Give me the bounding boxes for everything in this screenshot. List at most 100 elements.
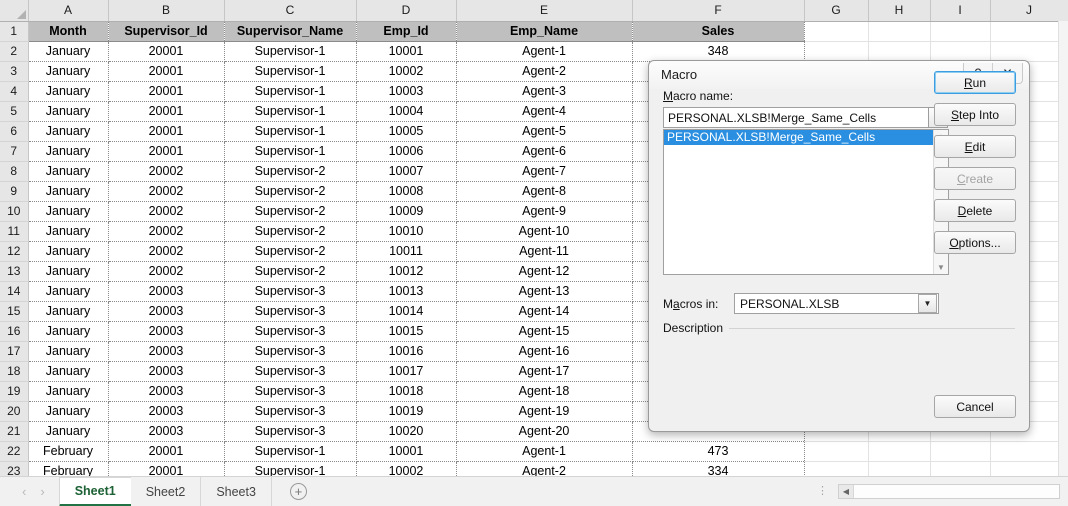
row-header-10[interactable]: 10 xyxy=(0,201,29,222)
cell-c13[interactable]: Supervisor-2 xyxy=(224,261,357,282)
cell-c3[interactable]: Supervisor-1 xyxy=(224,61,357,82)
cell-d2[interactable]: 10001 xyxy=(356,41,457,62)
macro-list-box[interactable]: PERSONAL.XLSB!Merge_Same_Cells ▲ ▼ xyxy=(663,129,949,275)
cell-e19[interactable]: Agent-18 xyxy=(456,381,633,402)
cancel-button[interactable]: Cancel xyxy=(934,395,1016,418)
scroll-down-icon[interactable]: ▼ xyxy=(937,263,945,272)
cell-b17[interactable]: 20003 xyxy=(108,341,225,362)
cell-e17[interactable]: Agent-16 xyxy=(456,341,633,362)
edit-button[interactable]: Edit xyxy=(934,135,1016,158)
run-button[interactable]: Run xyxy=(934,71,1016,94)
row-header-9[interactable]: 9 xyxy=(0,181,29,202)
vertical-scrollbar[interactable] xyxy=(1058,21,1068,476)
column-header-f[interactable]: F xyxy=(632,0,805,22)
cell-a6[interactable]: January xyxy=(28,121,109,142)
column-header-a[interactable]: A xyxy=(28,0,109,22)
cell-c16[interactable]: Supervisor-3 xyxy=(224,321,357,342)
cell-g2[interactable] xyxy=(804,41,869,62)
cell-h1[interactable] xyxy=(868,21,931,42)
cell-b15[interactable]: 20003 xyxy=(108,301,225,322)
cell-a3[interactable]: January xyxy=(28,61,109,82)
row-header-8[interactable]: 8 xyxy=(0,161,29,182)
row-header-17[interactable]: 17 xyxy=(0,341,29,362)
cell-d4[interactable]: 10003 xyxy=(356,81,457,102)
cell-e22[interactable]: Agent-1 xyxy=(456,441,633,462)
next-sheet-icon[interactable]: › xyxy=(40,485,44,498)
cell-j22[interactable] xyxy=(990,441,1068,462)
cell-e18[interactable]: Agent-17 xyxy=(456,361,633,382)
cell-a4[interactable]: January xyxy=(28,81,109,102)
cell-c2[interactable]: Supervisor-1 xyxy=(224,41,357,62)
cell-d16[interactable]: 10015 xyxy=(356,321,457,342)
cell-d1[interactable]: Emp_Id xyxy=(356,21,457,42)
row-header-16[interactable]: 16 xyxy=(0,321,29,342)
cell-f22[interactable]: 473 xyxy=(632,441,805,462)
macro-name-input[interactable] xyxy=(663,107,929,128)
cell-i22[interactable] xyxy=(930,441,991,462)
cell-e2[interactable]: Agent-1 xyxy=(456,41,633,62)
cell-d5[interactable]: 10004 xyxy=(356,101,457,122)
cell-a7[interactable]: January xyxy=(28,141,109,162)
row-header-1[interactable]: 1 xyxy=(0,21,29,42)
row-header-12[interactable]: 12 xyxy=(0,241,29,262)
cell-c21[interactable]: Supervisor-3 xyxy=(224,421,357,442)
cell-b14[interactable]: 20003 xyxy=(108,281,225,302)
column-header-j[interactable]: J xyxy=(990,0,1068,22)
row-header-11[interactable]: 11 xyxy=(0,221,29,242)
cell-e20[interactable]: Agent-19 xyxy=(456,401,633,422)
cell-d11[interactable]: 10010 xyxy=(356,221,457,242)
cell-b1[interactable]: Supervisor_Id xyxy=(108,21,225,42)
cell-e1[interactable]: Emp_Name xyxy=(456,21,633,42)
cell-a11[interactable]: January xyxy=(28,221,109,242)
cell-i2[interactable] xyxy=(930,41,991,62)
cell-g22[interactable] xyxy=(804,441,869,462)
add-sheet-icon[interactable]: + xyxy=(289,483,307,500)
cell-c15[interactable]: Supervisor-3 xyxy=(224,301,357,322)
cell-f1[interactable]: Sales xyxy=(632,21,805,42)
row-header-2[interactable]: 2 xyxy=(0,41,29,62)
cell-a1[interactable]: Month xyxy=(28,21,109,42)
scroll-grip-icon[interactable]: ⋮ xyxy=(807,486,838,497)
cell-a16[interactable]: January xyxy=(28,321,109,342)
row-header-3[interactable]: 3 xyxy=(0,61,29,82)
cell-e14[interactable]: Agent-13 xyxy=(456,281,633,302)
row-header-7[interactable]: 7 xyxy=(0,141,29,162)
list-item[interactable]: PERSONAL.XLSB!Merge_Same_Cells xyxy=(664,130,933,145)
select-all-corner[interactable] xyxy=(0,0,29,22)
cell-b12[interactable]: 20002 xyxy=(108,241,225,262)
cell-a12[interactable]: January xyxy=(28,241,109,262)
row-header-5[interactable]: 5 xyxy=(0,101,29,122)
cell-b19[interactable]: 20003 xyxy=(108,381,225,402)
row-header-20[interactable]: 20 xyxy=(0,401,29,422)
cell-e16[interactable]: Agent-15 xyxy=(456,321,633,342)
cell-a13[interactable]: January xyxy=(28,261,109,282)
row-header-6[interactable]: 6 xyxy=(0,121,29,142)
cell-c22[interactable]: Supervisor-1 xyxy=(224,441,357,462)
macros-in-dropdown[interactable]: PERSONAL.XLSB ▼ xyxy=(734,293,939,314)
cell-b9[interactable]: 20002 xyxy=(108,181,225,202)
cell-j1[interactable] xyxy=(990,21,1068,42)
column-header-c[interactable]: C xyxy=(224,0,357,22)
cell-a14[interactable]: January xyxy=(28,281,109,302)
cell-c4[interactable]: Supervisor-1 xyxy=(224,81,357,102)
cell-a8[interactable]: January xyxy=(28,161,109,182)
cell-c14[interactable]: Supervisor-3 xyxy=(224,281,357,302)
row-header-22[interactable]: 22 xyxy=(0,441,29,462)
cell-e8[interactable]: Agent-7 xyxy=(456,161,633,182)
step-into-button[interactable]: Step Into xyxy=(934,103,1016,126)
cell-c19[interactable]: Supervisor-3 xyxy=(224,381,357,402)
cell-b22[interactable]: 20001 xyxy=(108,441,225,462)
cell-d20[interactable]: 10019 xyxy=(356,401,457,422)
cell-a20[interactable]: January xyxy=(28,401,109,422)
cell-d15[interactable]: 10014 xyxy=(356,301,457,322)
column-header-b[interactable]: B xyxy=(108,0,225,22)
cell-j2[interactable] xyxy=(990,41,1068,62)
cell-b8[interactable]: 20002 xyxy=(108,161,225,182)
cell-b10[interactable]: 20002 xyxy=(108,201,225,222)
cell-d3[interactable]: 10002 xyxy=(356,61,457,82)
cell-d12[interactable]: 10011 xyxy=(356,241,457,262)
cell-c8[interactable]: Supervisor-2 xyxy=(224,161,357,182)
cell-b20[interactable]: 20003 xyxy=(108,401,225,422)
row-header-4[interactable]: 4 xyxy=(0,81,29,102)
cell-a10[interactable]: January xyxy=(28,201,109,222)
